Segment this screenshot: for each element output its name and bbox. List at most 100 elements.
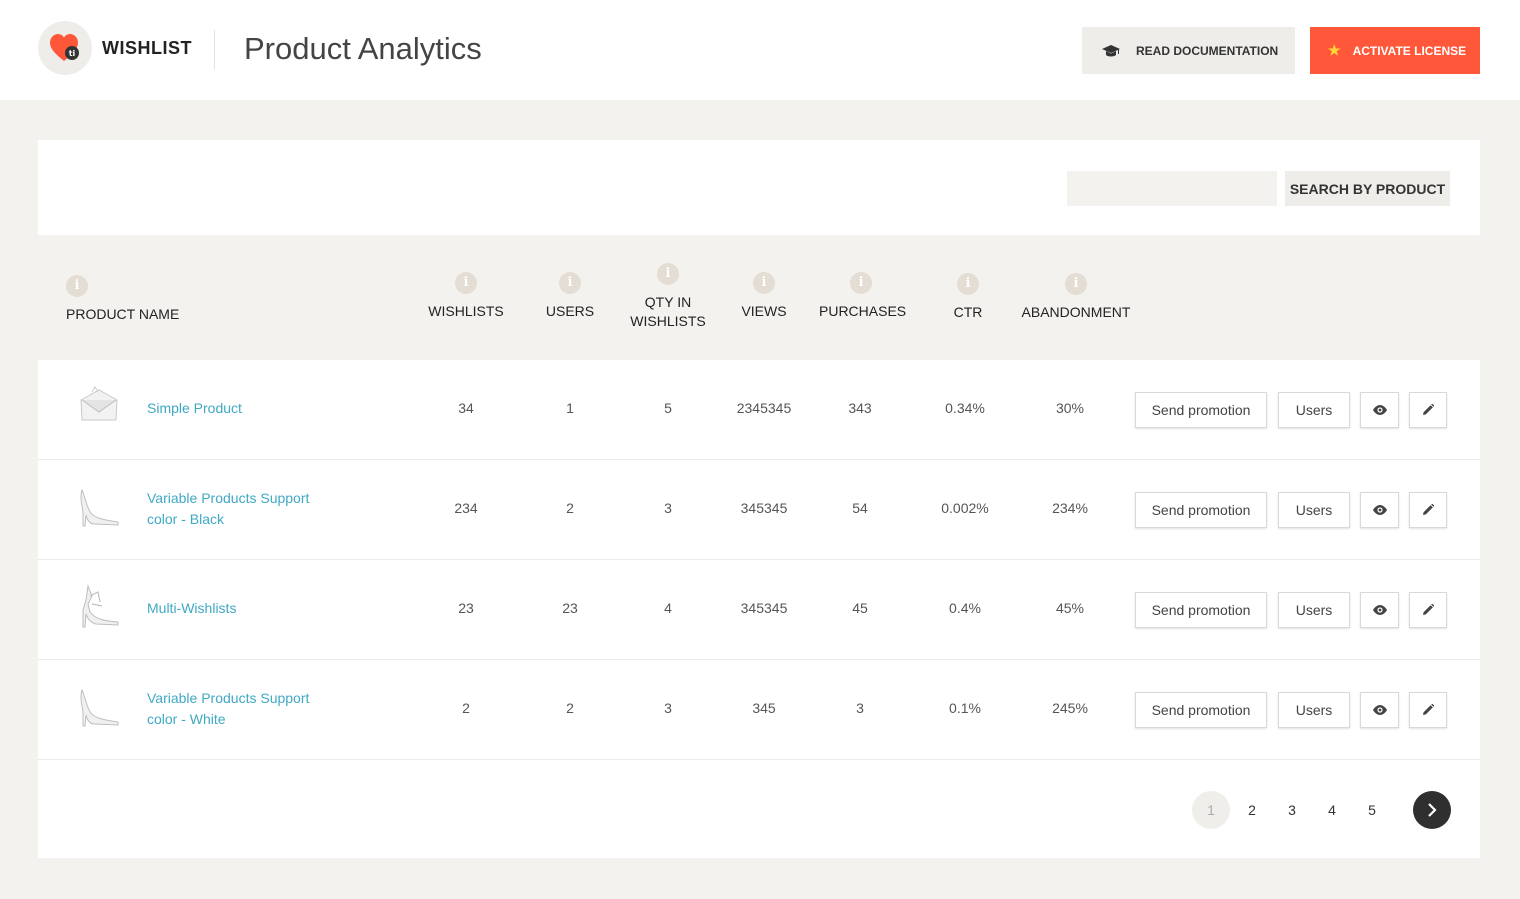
qty-count: 3 <box>664 500 672 516</box>
eye-icon <box>1372 405 1387 415</box>
search-by-product-button[interactable]: SEARCH BY PRODUCT <box>1285 171 1450 206</box>
product-name-line1: Multi-Wishlists <box>147 600 237 616</box>
abandonment-value: 45% <box>1055 600 1085 616</box>
info-icon[interactable]: i <box>66 275 88 297</box>
wishlists-count: 2 <box>462 700 470 716</box>
users-button[interactable]: Users <box>1278 592 1350 628</box>
send-promotion-button[interactable]: Send promotion <box>1135 692 1267 728</box>
info-icon[interactable]: i <box>850 272 872 294</box>
views-count: 345345 <box>740 600 788 616</box>
abandonment-value: 234% <box>1052 500 1088 516</box>
info-icon[interactable]: i <box>657 263 679 285</box>
product-name-link[interactable]: Multi-Wishlists <box>147 598 236 619</box>
info-icon[interactable]: i <box>559 272 581 294</box>
analytics-panel: SEARCH BY PRODUCT i PRODUCT NAME i WISHL… <box>38 140 1480 858</box>
table-row: Simple Product 34 1 5 2345345 343 0.34% … <box>38 360 1480 460</box>
users-count: 2 <box>566 500 574 516</box>
column-product-name[interactable]: i PRODUCT NAME <box>66 275 179 324</box>
column-abandonment[interactable]: i ABANDONMENT <box>1021 273 1131 322</box>
edit-button[interactable] <box>1409 592 1447 628</box>
product-name-line1: Variable Products Support <box>147 690 310 706</box>
page-2-button[interactable]: 2 <box>1233 791 1271 829</box>
ctr-value: 0.002% <box>941 500 989 516</box>
users-button[interactable]: Users <box>1278 392 1350 428</box>
table-row: Multi-Wishlists 23 23 4 345345 45 0.4% 4… <box>38 560 1480 660</box>
qty-count: 5 <box>664 400 672 416</box>
wishlists-count: 34 <box>458 400 474 416</box>
header-divider <box>214 30 215 70</box>
table-row: Variable Products Support color - Black … <box>38 460 1480 560</box>
search-input[interactable] <box>1067 171 1277 206</box>
edit-button[interactable] <box>1409 492 1447 528</box>
page-5-button[interactable]: 5 <box>1353 791 1391 829</box>
info-icon[interactable]: i <box>753 272 775 294</box>
table-header: i PRODUCT NAME i WISHLISTS i USERS i QTY… <box>38 235 1480 360</box>
abandonment-value: 245% <box>1052 700 1088 716</box>
purchases-count: 54 <box>852 500 868 516</box>
star-icon: ★ <box>1328 42 1341 58</box>
edit-button[interactable] <box>1409 392 1447 428</box>
view-button[interactable] <box>1360 692 1399 728</box>
product-name-link[interactable]: Variable Products Support color - Black <box>147 488 309 530</box>
logo: ti <box>38 21 92 75</box>
abandonment-value: 30% <box>1055 400 1085 416</box>
wishlists-count: 234 <box>454 500 478 516</box>
activate-license-button[interactable]: ★ ACTIVATE LICENSE <box>1310 27 1480 74</box>
read-documentation-label: READ DOCUMENTATION <box>1136 43 1279 58</box>
users-button[interactable]: Users <box>1278 492 1350 528</box>
product-name-line2: color - White <box>147 711 226 727</box>
info-icon[interactable]: i <box>957 273 979 295</box>
column-qty-in-wishlists[interactable]: i QTY IN WISHLISTS <box>627 263 709 331</box>
eye-icon <box>1372 705 1387 715</box>
table-row: Variable Products Support color - White … <box>38 660 1480 760</box>
edit-button[interactable] <box>1409 692 1447 728</box>
ctr-value: 0.1% <box>949 700 981 716</box>
send-promotion-button[interactable]: Send promotion <box>1135 592 1267 628</box>
page-1-button[interactable]: 1 <box>1192 791 1230 829</box>
page-3-button[interactable]: 3 <box>1273 791 1311 829</box>
pencil-icon <box>1423 504 1434 515</box>
purchases-count: 45 <box>852 600 868 616</box>
pencil-icon <box>1423 404 1434 415</box>
users-count: 2 <box>566 700 574 716</box>
pencil-icon <box>1423 604 1434 615</box>
ctr-value: 0.34% <box>945 400 985 416</box>
pencil-icon <box>1423 704 1434 715</box>
users-button[interactable]: Users <box>1278 692 1350 728</box>
page-4-button[interactable]: 4 <box>1313 791 1351 829</box>
chevron-right-icon <box>1428 803 1437 817</box>
read-documentation-button[interactable]: READ DOCUMENTATION <box>1082 27 1295 74</box>
column-users[interactable]: i USERS <box>540 272 600 321</box>
qty-count: 4 <box>664 600 672 616</box>
activate-license-label: ACTIVATE LICENSE <box>1352 43 1467 58</box>
purchases-count: 343 <box>848 400 872 416</box>
wishlists-count: 23 <box>458 600 474 616</box>
send-promotion-button[interactable]: Send promotion <box>1135 492 1267 528</box>
heart-logo-icon: ti <box>50 34 79 61</box>
page-title: Product Analytics <box>244 31 482 66</box>
brand-name: WISHLIST <box>102 38 192 58</box>
column-ctr[interactable]: i CTR <box>943 273 993 322</box>
send-promotion-button[interactable]: Send promotion <box>1135 392 1267 428</box>
views-count: 2345345 <box>736 400 792 416</box>
column-views[interactable]: i VIEWS <box>734 272 794 321</box>
eye-icon <box>1372 605 1387 615</box>
users-count: 1 <box>566 400 574 416</box>
view-button[interactable] <box>1360 592 1399 628</box>
column-purchases[interactable]: i PURCHASES <box>819 272 906 321</box>
column-wishlists[interactable]: i WISHLISTS <box>426 272 506 321</box>
product-thumbnail <box>80 488 119 527</box>
views-count: 345 <box>752 700 776 716</box>
info-icon[interactable]: i <box>1065 273 1087 295</box>
view-button[interactable] <box>1360 392 1399 428</box>
view-button[interactable] <box>1360 492 1399 528</box>
next-page-button[interactable] <box>1413 791 1451 829</box>
product-name-line2: color - Black <box>147 511 225 527</box>
product-name-link[interactable]: Variable Products Support color - White <box>147 688 309 730</box>
qty-count: 3 <box>664 700 672 716</box>
views-count: 345345 <box>740 500 788 516</box>
info-icon[interactable]: i <box>455 272 477 294</box>
purchases-count: 3 <box>856 700 864 716</box>
product-name-link[interactable]: Simple Product <box>147 398 242 419</box>
product-name-line1: Variable Products Support <box>147 490 310 506</box>
